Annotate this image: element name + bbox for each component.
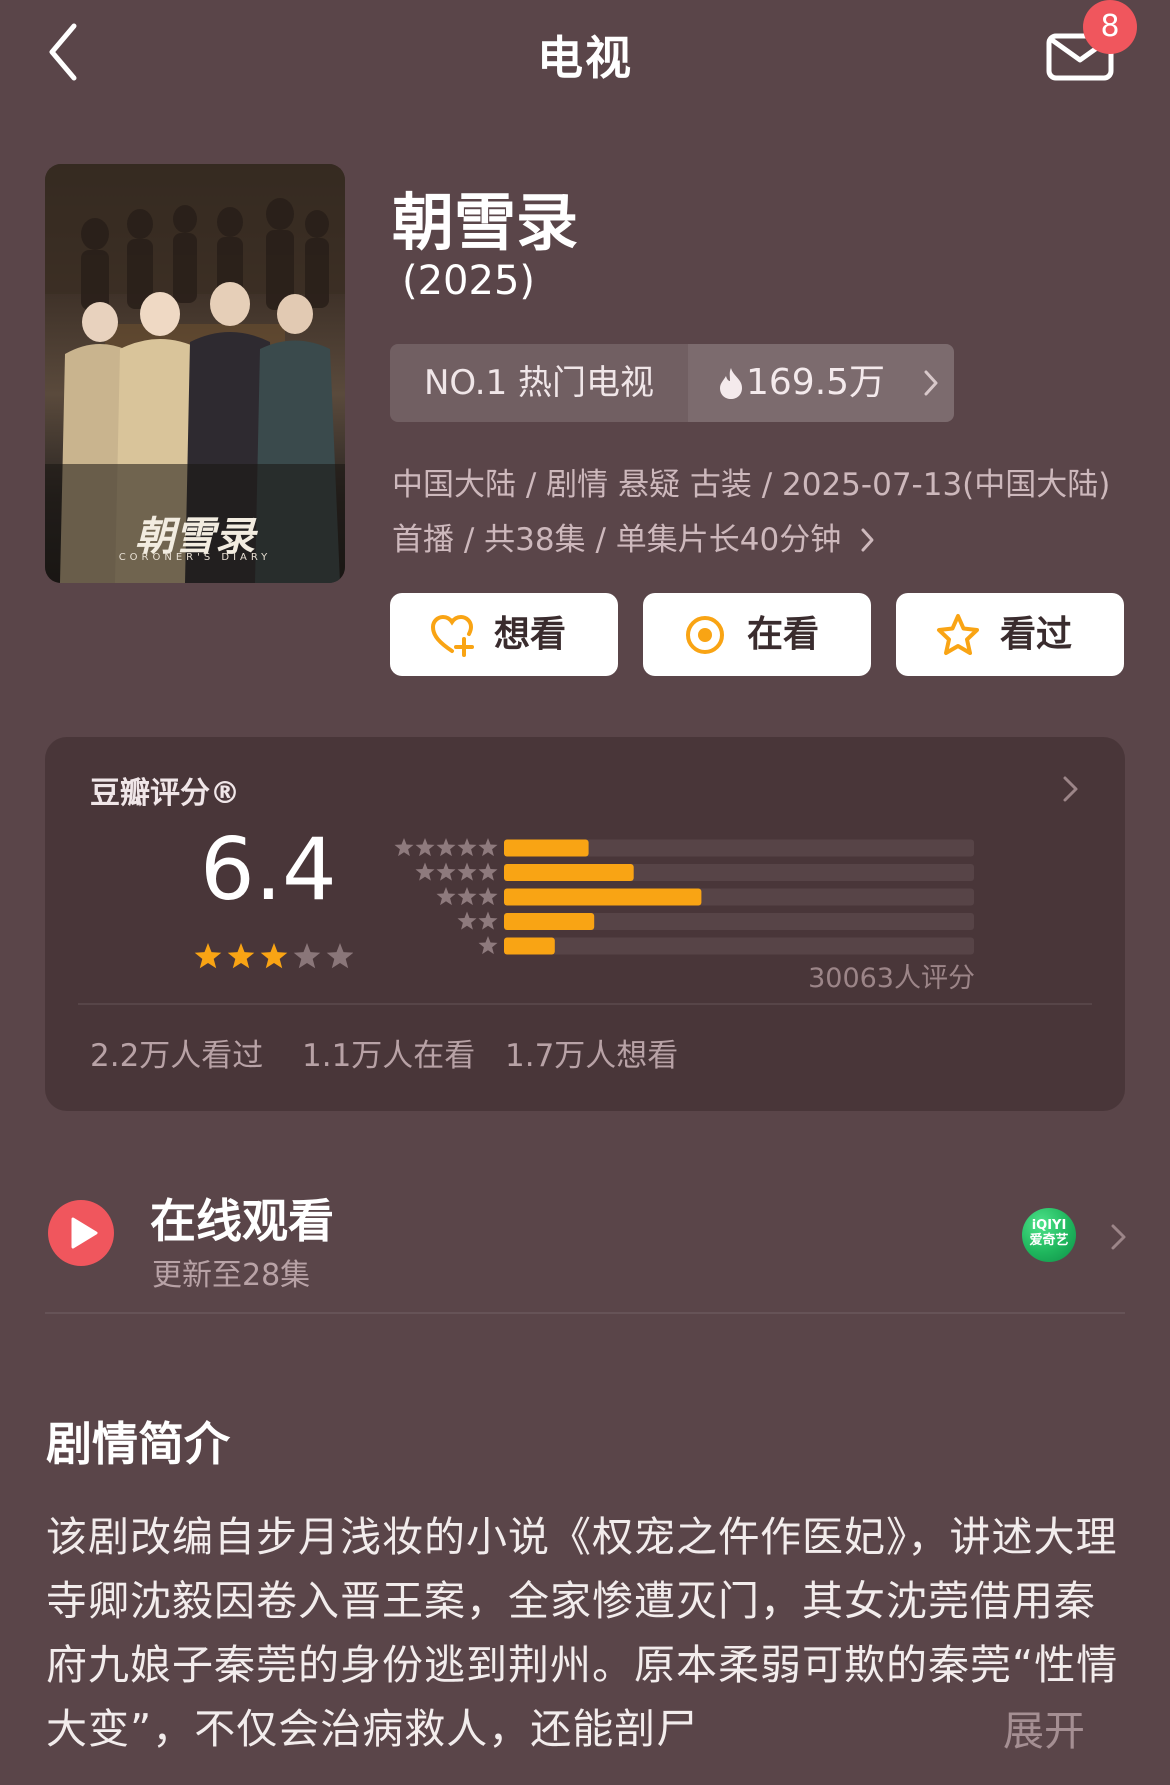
- distribution-bar-4-star: [504, 864, 634, 881]
- distribution-star: [457, 838, 477, 857]
- distribution-star: [415, 862, 435, 881]
- distribution-star: [415, 838, 435, 857]
- star-icon: [937, 614, 979, 655]
- distribution-bar-1-star: [504, 937, 555, 955]
- chevron-right-icon[interactable]: [1060, 774, 1082, 804]
- synopsis-title: 剧情简介: [46, 1417, 230, 1471]
- watched-label: 看过: [1000, 614, 1073, 655]
- rating-label: 豆瓣评分®: [90, 776, 240, 811]
- distribution-star: [478, 911, 498, 930]
- distribution-bar-2-star: [504, 913, 595, 930]
- distribution-star: [478, 936, 498, 955]
- show-year: (2025): [402, 258, 536, 304]
- show-meta-text: 中国大陆 / 剧情 悬疑 古装 / 2025-07-13(中国大陆) 首播 / …: [392, 467, 1111, 558]
- distribution-star: [436, 862, 456, 881]
- score-star: [260, 943, 288, 969]
- hot-rank-box[interactable]: NO.1 热门电视 169.5万: [390, 344, 954, 422]
- divider: [78, 1003, 1092, 1005]
- show-meta[interactable]: 中国大陆 / 剧情 悬疑 古装 / 2025-07-13(中国大陆) 首播 / …: [392, 458, 1112, 568]
- divider: [45, 1312, 1125, 1314]
- hot-count: 169.5万: [746, 362, 886, 403]
- iqiyi-logo-cn-text: 爱奇艺: [1029, 1233, 1069, 1248]
- online-watch-title[interactable]: 在线观看: [150, 1185, 334, 1251]
- flame-icon: [720, 368, 742, 399]
- distribution-star: [457, 862, 477, 881]
- poster-image[interactable]: 朝雪录 CORONER'S DIARY: [45, 164, 345, 583]
- expand-link[interactable]: 展开: [1003, 1697, 1085, 1757]
- target-icon: [686, 616, 724, 654]
- iqiyi-logo-text: iQIYI: [1031, 1218, 1067, 1233]
- chevron-right-icon[interactable]: [1108, 1222, 1130, 1252]
- score-stars: [194, 943, 353, 969]
- online-watch-subtitle: 更新至28集: [152, 1258, 311, 1293]
- distribution-star: [457, 887, 477, 906]
- heart-plus-icon: [430, 614, 474, 657]
- synopsis-fade: [790, 1690, 1170, 1785]
- distribution-star: [478, 862, 498, 881]
- want-to-watch-label: 想看: [494, 614, 567, 655]
- watched-button[interactable]: 看过: [896, 593, 1124, 676]
- show-title: 朝雪录: [392, 186, 579, 259]
- stat-want: 1.7万人想看: [505, 1038, 679, 1074]
- watching-label: 在看: [747, 614, 820, 655]
- rating-count: 30063人评分: [808, 963, 975, 994]
- distribution-bar-3-star: [504, 888, 702, 906]
- score-star: [227, 943, 255, 969]
- page-title: 电视: [537, 31, 633, 85]
- hot-count-area[interactable]: 169.5万: [690, 344, 954, 422]
- stat-watching: 1.1万人在看: [302, 1038, 476, 1074]
- score-star: [194, 943, 222, 969]
- rating-distribution: [394, 838, 974, 955]
- message-badge: 8: [1083, 0, 1137, 54]
- distribution-star: [394, 838, 414, 857]
- score-star: [293, 943, 321, 969]
- distribution-star: [478, 887, 498, 906]
- want-to-watch-button[interactable]: 想看: [390, 593, 618, 676]
- score-star: [326, 943, 353, 969]
- stat-watched: 2.2万人看过: [90, 1038, 264, 1074]
- chevron-right-icon: [861, 528, 874, 552]
- poster-subtitle: CORONER'S DIARY: [118, 552, 272, 563]
- distribution-track: [504, 937, 974, 955]
- distribution-star: [478, 838, 498, 857]
- distribution-star: [436, 887, 456, 906]
- distribution-star: [436, 838, 456, 857]
- rating-score: 6.4: [200, 820, 337, 920]
- distribution-star: [457, 911, 477, 930]
- distribution-bar-5-star: [504, 839, 589, 857]
- watching-button[interactable]: 在看: [643, 593, 871, 676]
- chevron-right-icon: [924, 370, 938, 396]
- hot-rank-label: NO.1 热门电视: [423, 363, 655, 403]
- iqiyi-logo-icon[interactable]: iQIYI 爱奇艺: [1022, 1208, 1076, 1262]
- play-icon[interactable]: [48, 1200, 114, 1266]
